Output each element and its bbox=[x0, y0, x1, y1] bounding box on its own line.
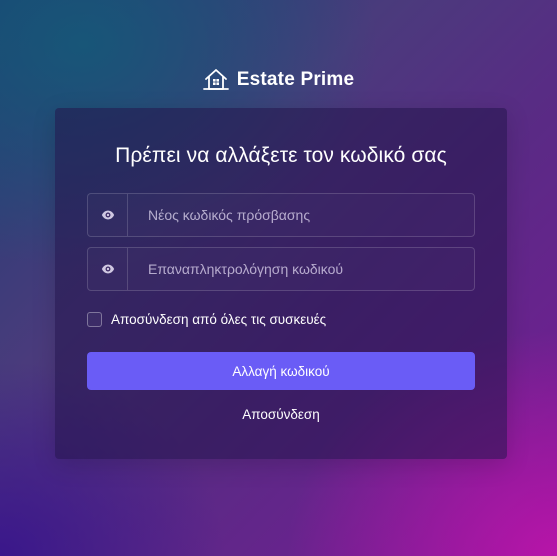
logout-all-checkbox[interactable] bbox=[87, 311, 102, 327]
eye-icon bbox=[101, 210, 114, 220]
new-password-field bbox=[87, 193, 475, 237]
confirm-password-field bbox=[87, 247, 475, 291]
change-password-button[interactable]: Αλλαγή κωδικού bbox=[87, 352, 475, 390]
change-password-card: Πρέπει να αλλάξετε τον κωδικό σας Αποσύν… bbox=[55, 108, 507, 459]
logout-all-devices-option[interactable]: Αποσύνδεση από όλες τις συσκευές bbox=[87, 310, 326, 328]
eye-icon bbox=[101, 264, 114, 274]
page-title: Πρέπει να αλλάξετε τον κωδικό σας bbox=[115, 144, 447, 167]
toggle-confirm-visibility-button[interactable] bbox=[88, 248, 128, 290]
brand-name: Estate Prime bbox=[236, 69, 355, 90]
brand-header: Estate Prime bbox=[0, 64, 557, 96]
toggle-password-visibility-button[interactable] bbox=[88, 194, 128, 236]
new-password-input[interactable] bbox=[128, 194, 474, 236]
house-logo-icon bbox=[202, 69, 229, 90]
confirm-password-input[interactable] bbox=[128, 248, 474, 290]
logout-all-label: Αποσύνδεση από όλες τις συσκευές bbox=[111, 311, 327, 327]
logout-link[interactable]: Αποσύνδεση bbox=[55, 407, 507, 422]
